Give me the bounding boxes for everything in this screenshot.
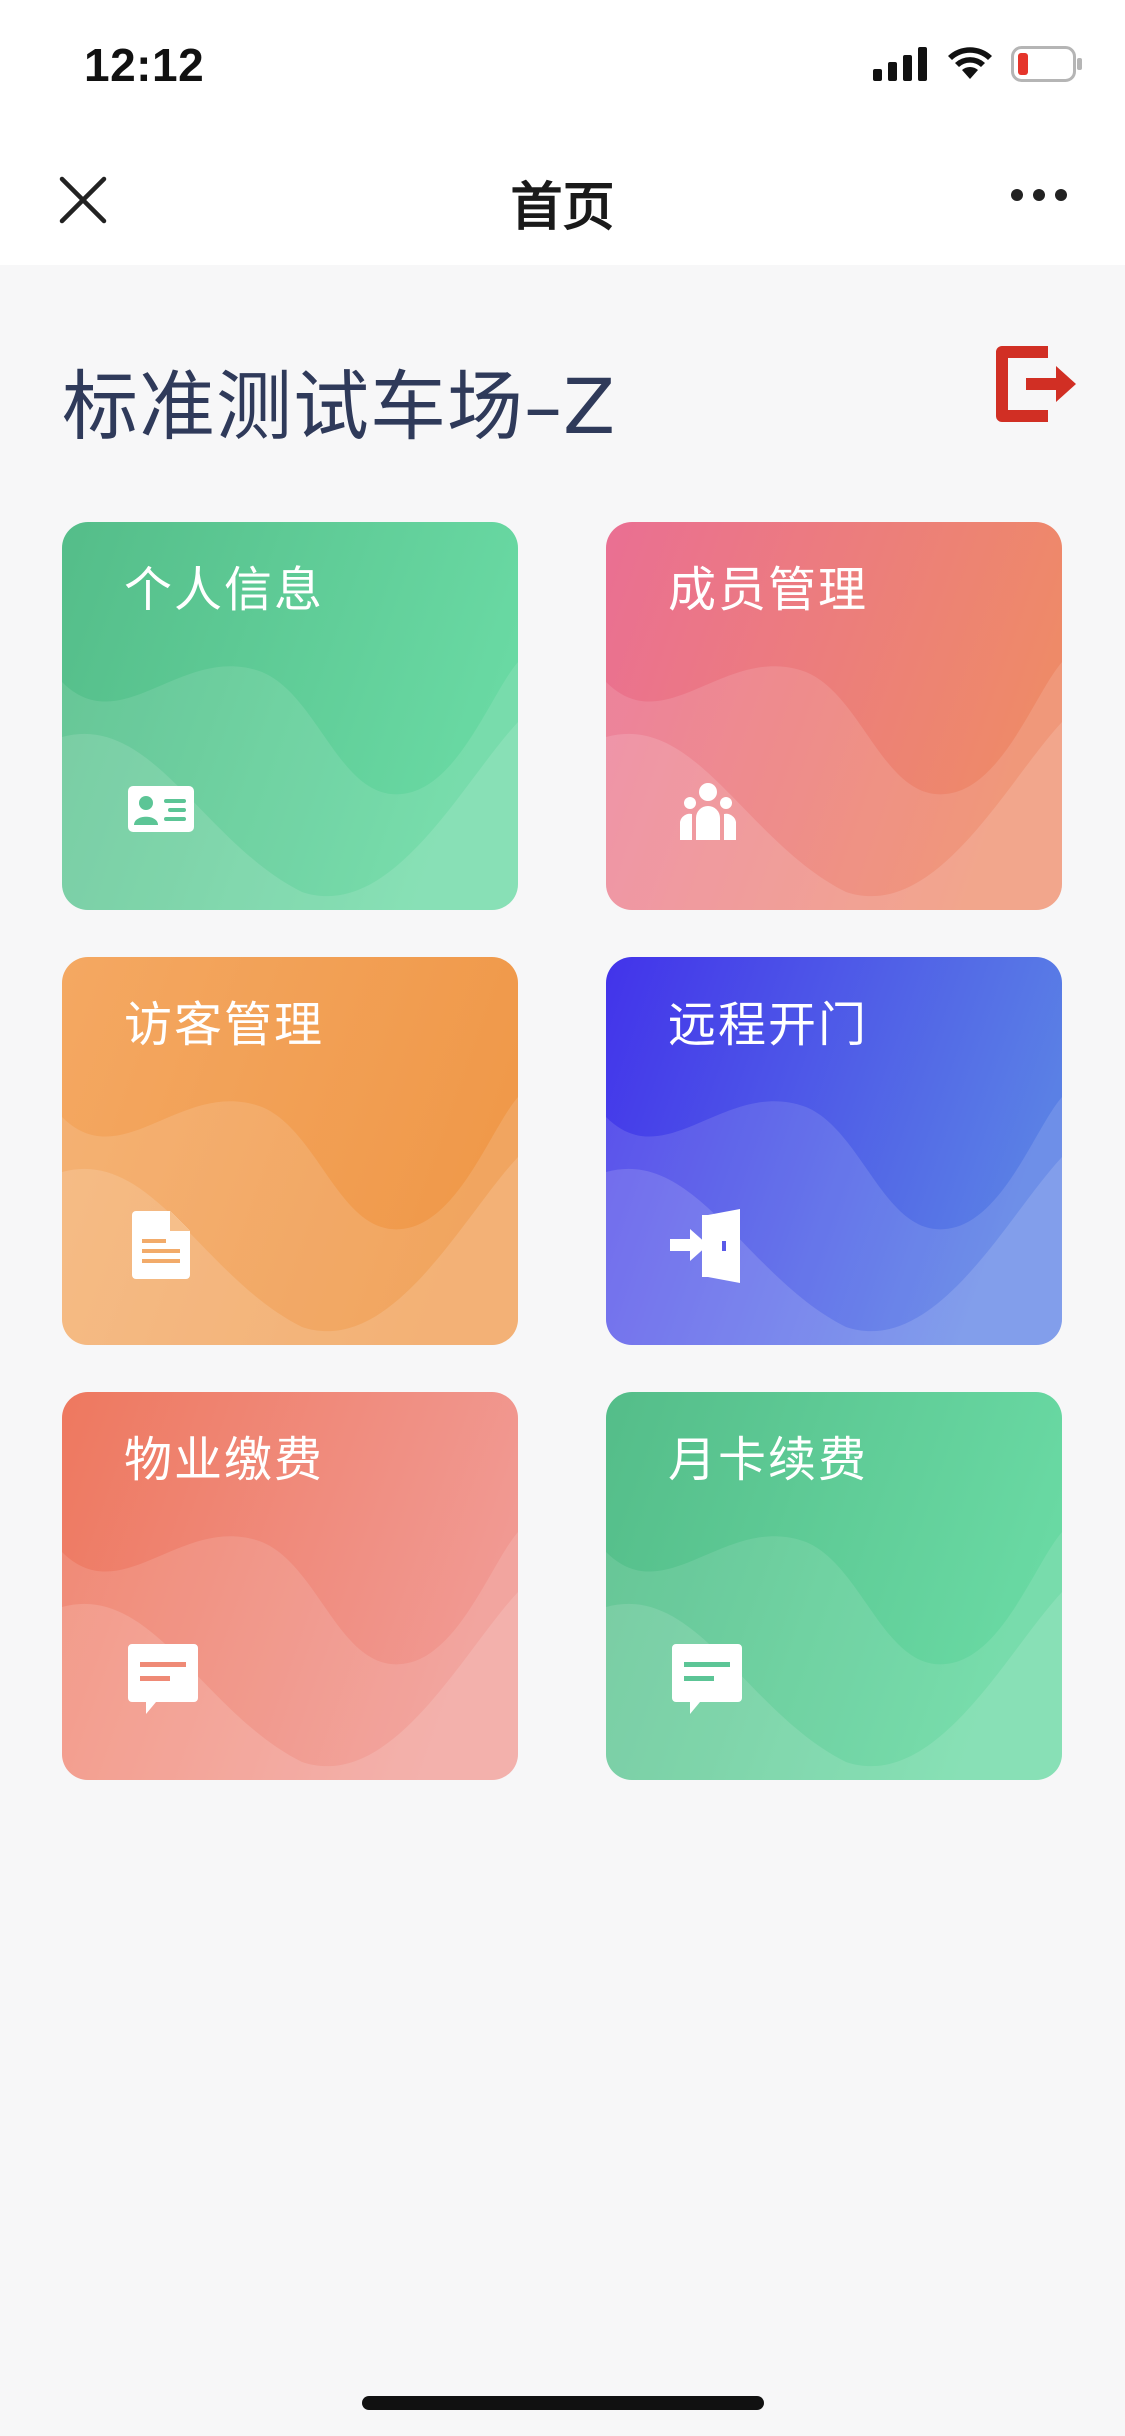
card-label: 个人信息 xyxy=(124,562,325,618)
card-monthly-card-renewal[interactable]: 月卡续费 xyxy=(606,1392,1062,1780)
card-label: 远程开门 xyxy=(668,997,869,1053)
card-label: 成员管理 xyxy=(668,562,869,618)
card-label: 月卡续费 xyxy=(668,1432,869,1488)
document-icon xyxy=(132,1211,190,1279)
card-member-management[interactable]: 成员管理 xyxy=(606,522,1062,910)
door-enter-icon xyxy=(670,1209,740,1283)
chat-bubble-icon xyxy=(672,1644,742,1714)
nav-bar: 首页 xyxy=(0,135,1125,265)
id-card-icon xyxy=(128,786,194,832)
card-personal-info[interactable]: 个人信息 xyxy=(62,522,518,910)
card-label: 物业缴费 xyxy=(124,1432,325,1488)
signal-icon xyxy=(873,47,927,81)
battery-icon xyxy=(1011,46,1082,82)
more-icon[interactable] xyxy=(1011,189,1067,201)
parking-lot-title: 标准测试车场–Z xyxy=(62,362,617,451)
card-visitor-management[interactable]: 访客管理 xyxy=(62,957,518,1345)
group-icon xyxy=(680,783,736,840)
status-icons xyxy=(873,46,1083,82)
card-property-payment[interactable]: 物业缴费 xyxy=(62,1392,518,1780)
home-indicator[interactable] xyxy=(362,2396,764,2410)
logout-icon[interactable] xyxy=(990,340,1080,430)
card-label: 访客管理 xyxy=(124,997,325,1053)
card-remote-door-open[interactable]: 远程开门 xyxy=(606,957,1062,1345)
wifi-icon xyxy=(948,47,992,79)
chat-bubble-icon xyxy=(128,1644,198,1714)
status-time: 12:12 xyxy=(84,39,205,91)
page-title: 首页 xyxy=(510,178,615,238)
status-bar: 12:12 xyxy=(0,0,1125,135)
app-screen: 12:12 首页 标准测试车场–Z 个人信息 成员管理 访客管理 远程开门 物业… xyxy=(0,0,1125,2436)
